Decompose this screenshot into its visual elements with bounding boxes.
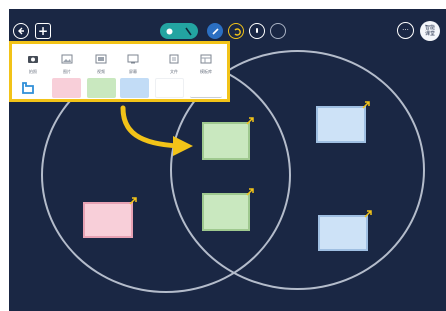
sticky-note-green-1[interactable]: [202, 117, 254, 160]
sticky-note-blue-2[interactable]: [318, 210, 372, 251]
file-tool[interactable]: 文件: [165, 49, 183, 74]
whiteboard-stage: + ··· 智能 课堂 拍照 图片 视频 屏幕 文件 模板库: [0, 0, 446, 311]
swatch-green[interactable]: [87, 78, 116, 98]
back-button[interactable]: [13, 23, 29, 39]
template-tool[interactable]: 模板库: [197, 49, 215, 74]
mic-button[interactable]: [249, 23, 265, 39]
classroom-badge[interactable]: 智能 课堂: [420, 21, 440, 41]
pen-icon: [211, 27, 219, 35]
template-label: 模板库: [200, 69, 212, 74]
more-label: ···: [402, 26, 409, 34]
camera-label: 拍照: [29, 69, 37, 74]
expand-arrow-icon: [364, 210, 372, 218]
sticky-note-tool[interactable]: [20, 80, 36, 96]
insert-panel: 拍照 图片 视频 屏幕 文件 模板库: [9, 41, 230, 102]
screen-label: 屏幕: [129, 69, 137, 74]
swatch-pink[interactable]: [52, 78, 81, 98]
screen-icon: [127, 54, 139, 64]
sticky-note-blue-1[interactable]: [316, 101, 370, 143]
add-button[interactable]: +: [35, 23, 51, 39]
pointer-icon: [185, 27, 192, 35]
back-arrow-icon: [18, 27, 24, 35]
image-label: 图片: [63, 69, 71, 74]
swatch-blue[interactable]: [120, 78, 149, 98]
video-tool[interactable]: 视频: [92, 49, 110, 74]
sticky-note-green-2[interactable]: [202, 188, 254, 231]
file-icon: [169, 54, 179, 64]
swatch-blank[interactable]: [190, 78, 222, 98]
select-tool-pill[interactable]: [160, 23, 198, 39]
file-label: 文件: [170, 69, 178, 74]
expand-arrow-icon: [362, 101, 370, 109]
undo-icon: [233, 27, 241, 36]
video-icon: [95, 54, 107, 64]
camera-icon: [28, 56, 38, 63]
badge-line2: 课堂: [424, 31, 435, 37]
annotation-arrow: [120, 105, 193, 156]
add-label: +: [37, 24, 49, 38]
image-tool[interactable]: 图片: [58, 49, 76, 74]
swatch-white[interactable]: [155, 78, 184, 98]
camera-tool[interactable]: 拍照: [24, 49, 42, 74]
screen-tool[interactable]: 屏幕: [124, 49, 142, 74]
sticky-note-pink[interactable]: [83, 197, 137, 238]
pen-button[interactable]: [207, 23, 223, 39]
template-icon: [200, 54, 212, 64]
image-icon: [61, 54, 73, 64]
more-button[interactable]: ···: [397, 22, 414, 39]
expand-arrow-icon: [129, 197, 137, 205]
expand-arrow-icon: [246, 188, 254, 196]
video-label: 视频: [97, 69, 105, 74]
undo-button[interactable]: [228, 23, 244, 39]
expand-arrow-icon: [246, 117, 254, 125]
sticky-note-icon: [22, 82, 34, 94]
microphone-icon: [256, 27, 258, 33]
hand-icon: [166, 28, 173, 34]
record-button[interactable]: [270, 23, 286, 39]
